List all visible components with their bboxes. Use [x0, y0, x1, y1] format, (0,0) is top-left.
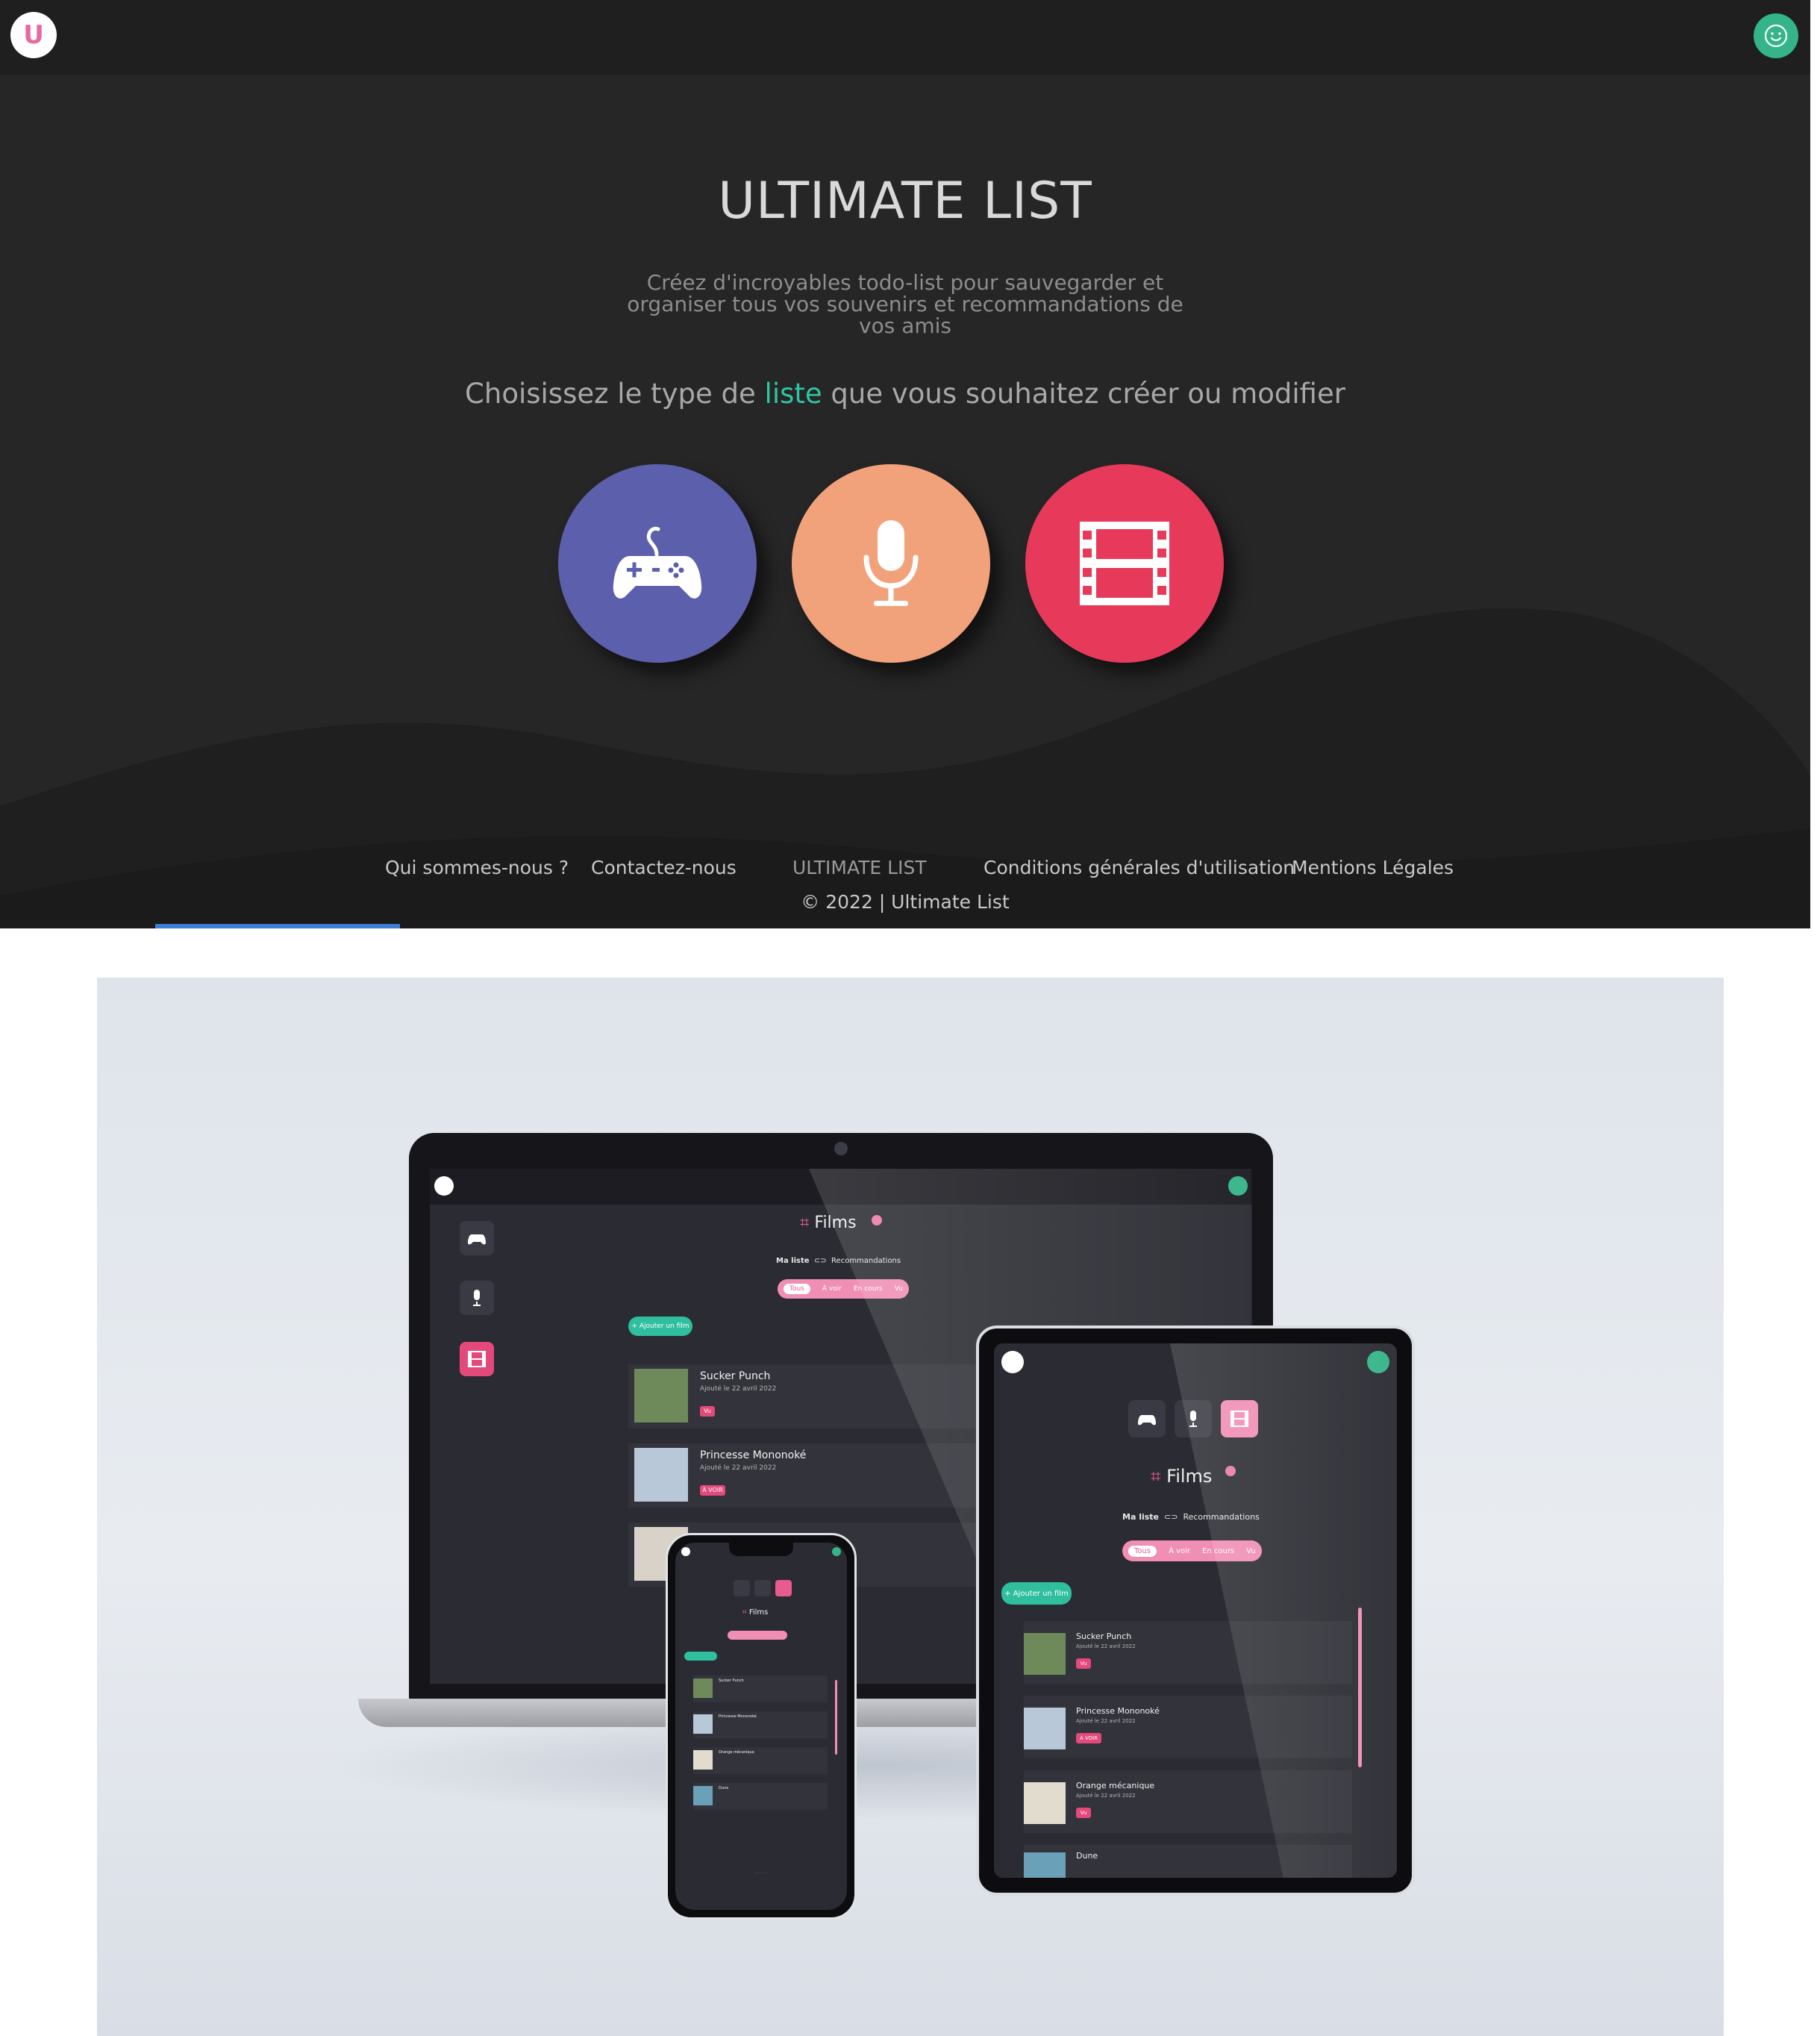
phone-footer: · · · · ·	[754, 1871, 768, 1876]
tablet-poster	[1024, 1708, 1066, 1749]
tablet-ma-liste: Ma liste	[1122, 1512, 1160, 1522]
tablet-film-status: Vu	[1076, 1658, 1091, 1669]
tablet: ⌗ Films Ma liste ⊂⊃ Recommandations Tous…	[976, 1325, 1415, 1896]
app-screenshot: U ULTIMATE LIST Créez d'incroyables todo…	[0, 0, 1810, 928]
phone-games-icon	[734, 1580, 750, 1596]
tablet-film-date: Ajouté le 22 avril 2022	[1076, 1718, 1136, 1724]
app-header: U	[0, 0, 1810, 75]
tablet-film-date: Ajouté le 22 avril 2022	[1076, 1793, 1136, 1799]
microphone-icon	[863, 520, 919, 606]
phone-films-title: ⌗ Films	[742, 1608, 769, 1617]
phone-film-icon	[775, 1580, 792, 1596]
tablet-film-name: Dune	[1076, 1851, 1098, 1861]
laptop-logo	[434, 1176, 454, 1196]
device-mockup-image: ⌗ Films Ma liste ⊂⊃ Recommandations Tous…	[97, 978, 1724, 2036]
footer-link-cgu[interactable]: Conditions générales d'utilisation	[984, 857, 1295, 878]
tablet-film-date: Ajouté le 22 avril 2022	[1076, 1643, 1136, 1649]
phone-film-name: Dune	[719, 1786, 729, 1790]
choose-accent: liste	[764, 378, 822, 410]
user-avatar-button[interactable]	[1754, 13, 1798, 58]
tablet-tab-tous: Tous	[1128, 1545, 1157, 1557]
footer-links: Qui sommes-nous ? Contactez-nous ULTIMAT…	[0, 857, 1810, 887]
logo[interactable]: U	[10, 12, 57, 58]
footer-copyright: © 2022 | Ultimate List	[801, 891, 1010, 913]
tablet-tab-a-voir: À voir	[1169, 1546, 1191, 1555]
logo-letter: U	[23, 20, 44, 50]
phone-film-row: Sucker Punch	[693, 1676, 828, 1702]
phone-film-row: Orange mécanique	[693, 1747, 828, 1774]
footer-link-contact[interactable]: Contactez-nous	[591, 857, 737, 878]
phone-poster	[693, 1786, 713, 1805]
smiley-icon	[1764, 24, 1788, 48]
laptop-ma-liste: Ma liste	[776, 1257, 810, 1265]
phone: ⌗ Films Sucker Punch Princesse Mononoké …	[666, 1533, 857, 1920]
tablet-film-status: À VOIR	[1076, 1733, 1101, 1743]
phone-filter-tabs	[728, 1631, 787, 1640]
podcasts-list-button[interactable]	[792, 464, 990, 663]
page-description: Créez d'incroyables todo-list pour sauve…	[627, 270, 1183, 338]
footer-link-about[interactable]: Qui sommes-nous ?	[385, 857, 569, 878]
phone-notch	[729, 1543, 793, 1556]
tablet-film-name: Princesse Mononoké	[1076, 1706, 1160, 1716]
page-title: ULTIMATE LIST	[718, 172, 1092, 231]
tablet-add-film-button: + Ajouter un film	[1001, 1582, 1072, 1605]
laptop-poster	[634, 1369, 688, 1423]
phone-films-title-text: Films	[748, 1608, 769, 1617]
tablet-film-name: Sucker Punch	[1076, 1631, 1132, 1641]
tablet-screen: ⌗ Films Ma liste ⊂⊃ Recommandations Tous…	[994, 1343, 1397, 1878]
laptop-games-icon	[460, 1221, 494, 1255]
laptop-tab-tous: Tous	[784, 1284, 810, 1294]
phone-poster	[693, 1750, 713, 1770]
phone-poster	[693, 1679, 713, 1698]
phone-microphone-icon	[754, 1580, 771, 1596]
laptop-film-date: Ajouté le 22 avril 2022	[700, 1464, 777, 1472]
footer-brand: ULTIMATE LIST	[792, 857, 927, 878]
phone-poster	[693, 1714, 713, 1734]
phone-film-name: Orange mécanique	[719, 1750, 754, 1755]
choose-prefix: Choisissez le type de	[465, 378, 765, 410]
tablet-poster	[1024, 1852, 1066, 1878]
laptop-film-name: Sucker Punch	[700, 1370, 771, 1382]
phone-avatar	[832, 1547, 841, 1556]
phone-logo	[681, 1547, 690, 1556]
gamepad-icon	[613, 526, 702, 599]
phone-film-name: Sucker Punch	[719, 1679, 744, 1683]
phone-scrollbar	[835, 1680, 837, 1755]
laptop-film-name: Princesse Mononoké	[700, 1449, 807, 1461]
phone-film-row: Dune	[693, 1783, 828, 1810]
tablet-film-name: Orange mécanique	[1076, 1781, 1155, 1790]
tablet-film-status: Vu	[1076, 1808, 1091, 1818]
tablet-logo	[1001, 1351, 1024, 1373]
laptop-add-film-button: + Ajouter un film	[628, 1317, 692, 1336]
laptop-film-date: Ajouté le 22 avril 2022	[700, 1385, 777, 1393]
tablet-poster	[1024, 1633, 1066, 1675]
phone-screen: ⌗ Films Sucker Punch Princesse Mononoké …	[675, 1543, 847, 1910]
phone-film-row: Princesse Mononoké	[693, 1711, 828, 1738]
phone-film-name: Princesse Mononoké	[719, 1714, 757, 1719]
tablet-poster	[1024, 1782, 1066, 1824]
laptop-camera	[834, 1142, 848, 1155]
films-list-button[interactable]	[1025, 464, 1224, 663]
choose-suffix: que vous souhaitez créer ou modifier	[822, 378, 1345, 410]
scroll-indicator	[155, 924, 400, 928]
games-list-button[interactable]	[558, 464, 757, 663]
footer-link-legal[interactable]: Mentions Légales	[1292, 857, 1454, 878]
laptop-microphone-icon	[460, 1281, 494, 1315]
choose-prompt: Choisissez le type de liste que vous sou…	[0, 378, 1810, 410]
phone-add-film-button	[684, 1652, 717, 1661]
laptop-poster	[634, 1448, 688, 1502]
film-icon	[1080, 522, 1169, 605]
laptop-film-status: À VOIR	[700, 1485, 725, 1496]
laptop-tab-a-voir: À voir	[822, 1285, 842, 1293]
laptop-film-icon	[460, 1342, 494, 1376]
tablet-games-icon	[1128, 1400, 1166, 1437]
laptop-film-status: Vu	[700, 1406, 715, 1417]
